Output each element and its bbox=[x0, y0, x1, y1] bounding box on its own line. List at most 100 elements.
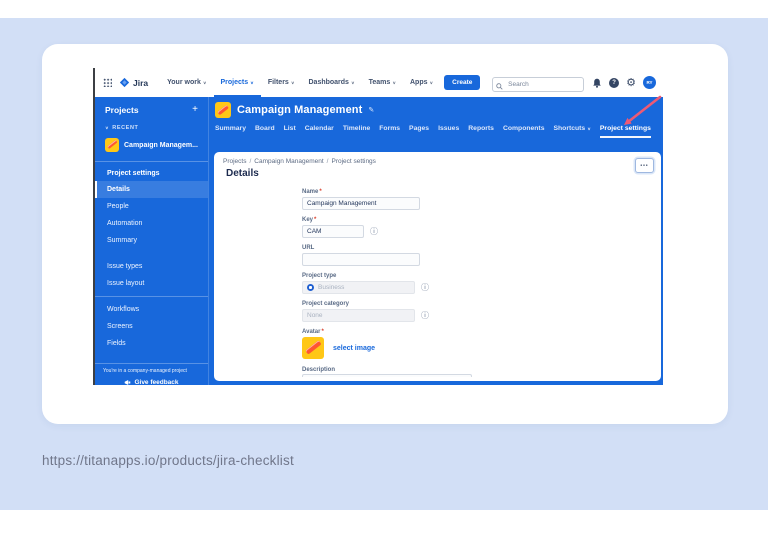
sidebar-title: Projects bbox=[105, 105, 139, 115]
field-key: Key* ⓘ bbox=[302, 217, 502, 238]
url-input[interactable] bbox=[302, 253, 420, 266]
notifications-icon[interactable] bbox=[592, 78, 602, 88]
page: Jira Your work∨ Projects∨ Filters∨ Dashb… bbox=[0, 0, 768, 533]
search-field bbox=[492, 73, 584, 92]
jira-top-navbar: Jira Your work∨ Projects∨ Filters∨ Dashb… bbox=[95, 68, 663, 97]
tab-project-settings[interactable]: Project settings bbox=[600, 125, 651, 138]
sidebar-item-screens[interactable]: Screens bbox=[95, 318, 208, 335]
breadcrumb-project-settings[interactable]: Project settings bbox=[331, 158, 375, 165]
avatar-label: Avatar* bbox=[302, 329, 502, 335]
sidebar-item-issue-types[interactable]: Issue types bbox=[95, 258, 208, 275]
recent-project-name: Campaign Managem... bbox=[124, 142, 198, 149]
jira-logo-text: Jira bbox=[133, 78, 148, 88]
sidebar-item-workflows[interactable]: Workflows bbox=[95, 301, 208, 318]
info-icon[interactable]: ⓘ bbox=[370, 228, 378, 236]
navbar-menu: Your work∨ Projects∨ Filters∨ Dashboards… bbox=[160, 68, 440, 97]
sidebar-divider bbox=[95, 161, 208, 162]
nav-item-your-work[interactable]: Your work∨ bbox=[160, 68, 213, 97]
app-switcher-icon[interactable] bbox=[103, 78, 112, 87]
tab-shortcuts[interactable]: Shortcuts∨ bbox=[553, 125, 590, 138]
chevron-down-icon: ∨ bbox=[351, 80, 355, 85]
tab-timeline[interactable]: Timeline bbox=[343, 125, 370, 138]
nav-item-apps[interactable]: Apps∨ bbox=[403, 68, 440, 97]
required-mark: * bbox=[314, 217, 316, 223]
chevron-down-icon: ∨ bbox=[250, 80, 254, 85]
field-project-type: Project type Business ⓘ bbox=[302, 273, 502, 294]
breadcrumb-projects[interactable]: Projects bbox=[223, 158, 246, 165]
more-actions-button[interactable]: ••• bbox=[635, 158, 654, 173]
tab-components[interactable]: Components bbox=[503, 125, 545, 138]
name-label: Name* bbox=[302, 189, 502, 195]
info-icon[interactable]: ⓘ bbox=[421, 312, 429, 320]
rename-pencil-icon[interactable]: ✎ bbox=[368, 106, 374, 114]
sidebar-item-people[interactable]: People bbox=[95, 198, 208, 215]
sidebar-item-project-settings[interactable]: Project settings bbox=[95, 166, 208, 181]
info-icon[interactable]: ⓘ bbox=[421, 284, 429, 292]
give-feedback-button[interactable]: Give feedback bbox=[95, 377, 208, 385]
settings-gear-icon[interactable]: ⚙ bbox=[626, 78, 636, 88]
projects-sidebar: Projects + ∨ RECENT Campaign Managem... … bbox=[95, 97, 209, 385]
tab-issues[interactable]: Issues bbox=[438, 125, 459, 138]
chevron-down-icon: ∨ bbox=[203, 80, 207, 85]
create-button[interactable]: Create bbox=[444, 75, 480, 90]
help-icon[interactable]: ? bbox=[609, 78, 619, 88]
key-label: Key* bbox=[302, 217, 502, 223]
source-url-caption: https://titanapps.io/products/jira-check… bbox=[42, 453, 294, 468]
project-avatar-icon bbox=[215, 102, 231, 118]
breadcrumb-project[interactable]: Campaign Management bbox=[254, 158, 323, 165]
tab-summary[interactable]: Summary bbox=[215, 125, 246, 138]
tab-list[interactable]: List bbox=[284, 125, 296, 138]
tab-board[interactable]: Board bbox=[255, 125, 275, 138]
screenshot-card: Jira Your work∨ Projects∨ Filters∨ Dashb… bbox=[42, 44, 728, 424]
project-type-input: Business bbox=[302, 281, 415, 294]
details-panel: Projects / Campaign Management / Project… bbox=[214, 152, 661, 381]
chevron-down-icon: ∨ bbox=[291, 80, 295, 85]
sidebar-recent-project[interactable]: Campaign Managem... bbox=[95, 133, 208, 157]
nav-item-dashboards[interactable]: Dashboards∨ bbox=[302, 68, 362, 97]
tab-calendar[interactable]: Calendar bbox=[305, 125, 334, 138]
nav-item-teams[interactable]: Teams∨ bbox=[362, 68, 403, 97]
select-image-link[interactable]: select image bbox=[333, 345, 375, 352]
details-form: Name* Key* ⓘ bbox=[302, 189, 502, 377]
description-label: Description bbox=[302, 367, 502, 373]
name-input[interactable] bbox=[302, 197, 420, 210]
nav-item-filters[interactable]: Filters∨ bbox=[261, 68, 302, 97]
tab-reports[interactable]: Reports bbox=[468, 125, 494, 138]
sidebar-item-summary[interactable]: Summary bbox=[95, 232, 208, 249]
key-input[interactable] bbox=[302, 225, 364, 238]
jira-app-screenshot: Jira Your work∨ Projects∨ Filters∨ Dashb… bbox=[93, 68, 663, 385]
project-avatar-icon bbox=[105, 138, 119, 152]
sidebar-item-issue-layout[interactable]: Issue layout bbox=[95, 275, 208, 292]
field-name: Name* bbox=[302, 189, 502, 210]
sidebar-item-details[interactable]: Details bbox=[95, 181, 208, 198]
managed-project-note: You're in a company-managed project bbox=[95, 364, 208, 377]
project-header: Campaign Management ✎ bbox=[215, 102, 374, 118]
tab-pages[interactable]: Pages bbox=[409, 125, 429, 138]
sidebar-recent-header[interactable]: ∨ RECENT bbox=[95, 119, 208, 133]
page-title: Details bbox=[226, 168, 651, 179]
chevron-down-icon: ∨ bbox=[429, 80, 433, 85]
search-input[interactable] bbox=[492, 77, 584, 92]
sidebar-divider bbox=[95, 296, 208, 297]
nav-item-projects[interactable]: Projects∨ bbox=[214, 68, 261, 97]
project-title: Campaign Management bbox=[237, 104, 362, 116]
jira-logo[interactable]: Jira bbox=[119, 77, 148, 88]
required-mark: * bbox=[321, 329, 323, 335]
jira-body: Projects + ∨ RECENT Campaign Managem... … bbox=[95, 97, 663, 385]
user-avatar[interactable]: RY bbox=[643, 76, 656, 89]
tab-forms[interactable]: Forms bbox=[379, 125, 400, 138]
project-type-label: Project type bbox=[302, 273, 502, 279]
breadcrumb-separator: / bbox=[327, 158, 329, 165]
breadcrumb-separator: / bbox=[249, 158, 251, 165]
sidebar-item-automation[interactable]: Automation bbox=[95, 215, 208, 232]
project-avatar-image[interactable] bbox=[302, 337, 324, 359]
required-mark: * bbox=[319, 189, 321, 195]
url-label: URL bbox=[302, 245, 502, 251]
breadcrumb: Projects / Campaign Management / Project… bbox=[223, 158, 651, 165]
sidebar-gap bbox=[95, 249, 208, 258]
add-project-button[interactable]: + bbox=[192, 105, 198, 115]
search-icon bbox=[496, 77, 503, 95]
description-input[interactable] bbox=[302, 374, 472, 377]
sidebar-item-fields[interactable]: Fields bbox=[95, 335, 208, 352]
project-category-input: None bbox=[302, 309, 415, 322]
